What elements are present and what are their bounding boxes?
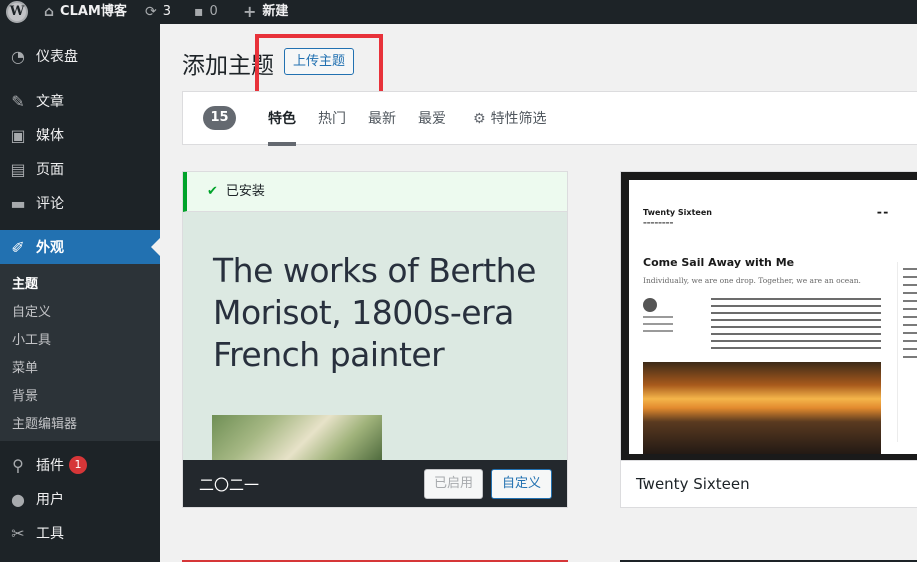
theme-name: Twenty Sixteen bbox=[636, 475, 750, 493]
dashboard-icon: ◔ bbox=[11, 46, 25, 66]
theme-card-twenty-sixteen[interactable]: Twenty Sixteen ▬▬▬▬▬▬▬▬ ▬ ▬ Come Sail Aw… bbox=[620, 171, 917, 508]
current-menu-arrow bbox=[151, 238, 160, 256]
theme-screenshot-headline: The works of Berthe Morisot, 1800s-era F… bbox=[213, 251, 536, 374]
submenu-item-background[interactable]: 背景 bbox=[0, 383, 160, 411]
menu-item-dashboard[interactable]: ◔ 仪表盘 bbox=[0, 39, 160, 73]
tab-favorites[interactable]: 最爱 bbox=[418, 108, 446, 146]
updates-count: 3 bbox=[162, 4, 172, 19]
menu-label: 媒体 bbox=[36, 128, 64, 144]
appearance-icon: ✐ bbox=[11, 237, 25, 257]
tool-icon: ✂ bbox=[11, 523, 25, 543]
screenshot-site-title: Twenty Sixteen bbox=[643, 208, 712, 217]
activated-button: 已启用 bbox=[424, 469, 484, 499]
wordpress-logo-icon[interactable]: W bbox=[6, 1, 28, 23]
customize-button[interactable]: 自定义 bbox=[491, 469, 553, 499]
pin-icon: ✎ bbox=[11, 91, 25, 111]
site-name-label: CLAM博客 bbox=[60, 4, 127, 19]
checkmark-icon: ✔ bbox=[207, 184, 218, 199]
admin-menu: ◔ 仪表盘 ✎ 文章 ▣ 媒体 ▤ 页面 ▬ 评论 ✐ 外观 主题 自定义 小工… bbox=[0, 24, 160, 562]
user-icon: ● bbox=[11, 489, 25, 509]
screenshot-sunset-image bbox=[643, 362, 881, 454]
comment-bubble-icon: ▪ bbox=[194, 4, 204, 20]
plugin-update-badge: 1 bbox=[69, 456, 87, 474]
menu-item-appearance[interactable]: ✐ 外观 bbox=[0, 230, 160, 264]
site-name-link[interactable]: ⌂ CLAM博客 bbox=[44, 0, 127, 24]
main-content: 添加主题 上传主题 15 特色 热门 最新 最爱 ⚙ 特性筛选 ✔ 已安装 The … bbox=[160, 24, 917, 562]
theme-name: 二〇二一 bbox=[199, 476, 260, 494]
theme-card-footer: 二〇二一 已启用 自定义 bbox=[183, 460, 567, 507]
new-content-link[interactable]: + 新建 bbox=[243, 0, 288, 24]
page-title: 添加主题 bbox=[182, 53, 274, 79]
theme-card-footer: Twenty Sixteen bbox=[621, 460, 917, 507]
menu-item-posts[interactable]: ✎ 文章 bbox=[0, 84, 160, 118]
refresh-icon: ⟳ bbox=[145, 4, 157, 20]
new-content-label: 新建 bbox=[262, 4, 289, 19]
screenshot-post-subtitle: Individually, we are one drop. Together,… bbox=[643, 276, 861, 285]
media-icon: ▣ bbox=[10, 125, 26, 145]
feature-filter-button[interactable]: ⚙ 特性筛选 bbox=[473, 108, 547, 146]
installed-label: 已安装 bbox=[225, 184, 265, 199]
updates-link[interactable]: ⟳ 3 bbox=[145, 0, 171, 24]
installed-notice: ✔ 已安装 bbox=[183, 172, 567, 212]
menu-label: 用户 bbox=[36, 492, 64, 508]
theme-screenshot: Twenty Sixteen ▬▬▬▬▬▬▬▬ ▬ ▬ Come Sail Aw… bbox=[621, 172, 917, 460]
theme-count-badge: 15 bbox=[203, 106, 236, 130]
appearance-submenu: 主题 自定义 小工具 菜单 背景 主题编辑器 bbox=[0, 264, 160, 441]
menu-item-pages[interactable]: ▤ 页面 bbox=[0, 152, 160, 186]
admin-bar: W ⌂ CLAM博客 ⟳ 3 ▪ 0 + 新建 bbox=[0, 0, 917, 24]
comments-count: 0 bbox=[209, 4, 218, 19]
menu-item-media[interactable]: ▣ 媒体 bbox=[0, 118, 160, 152]
menu-item-comments[interactable]: ▬ 评论 bbox=[0, 186, 160, 220]
screenshot-sidebar-lines bbox=[897, 262, 917, 442]
submenu-item-customize[interactable]: 自定义 bbox=[0, 299, 160, 327]
plugin-icon: ⚲ bbox=[12, 455, 24, 475]
submenu-item-theme-editor[interactable]: 主题编辑器 bbox=[0, 411, 160, 439]
submenu-item-menus[interactable]: 菜单 bbox=[0, 355, 160, 383]
menu-item-plugins[interactable]: ⚲ 插件 1 bbox=[0, 448, 160, 482]
screenshot-tagline-line: ▬▬▬▬▬▬▬▬ bbox=[643, 220, 674, 225]
gear-icon: ⚙ bbox=[473, 111, 486, 127]
screenshot-avatar bbox=[643, 298, 657, 312]
tab-featured[interactable]: 特色 bbox=[268, 108, 296, 146]
theme-card-twenty-twenty-one[interactable]: ✔ 已安装 The works of Berthe Morisot, 1800s-… bbox=[182, 171, 568, 508]
page-icon: ▤ bbox=[10, 159, 26, 179]
theme-screenshot-page: Twenty Sixteen ▬▬▬▬▬▬▬▬ ▬ ▬ Come Sail Aw… bbox=[629, 180, 917, 454]
menu-label: 页面 bbox=[36, 162, 64, 178]
menu-item-users[interactable]: ● 用户 bbox=[0, 482, 160, 516]
theme-filter-bar: 15 特色 热门 最新 最爱 ⚙ 特性筛选 bbox=[182, 91, 917, 146]
menu-label: 文章 bbox=[36, 94, 64, 110]
submenu-item-widgets[interactable]: 小工具 bbox=[0, 327, 160, 355]
menu-label: 仪表盘 bbox=[36, 49, 78, 65]
feature-filter-label: 特性筛选 bbox=[490, 111, 547, 127]
screenshot-post-title: Come Sail Away with Me bbox=[643, 256, 795, 269]
screenshot-meta-lines bbox=[643, 316, 687, 337]
menu-label: 插件 bbox=[36, 458, 64, 474]
submenu-item-themes[interactable]: 主题 bbox=[0, 271, 160, 299]
comments-link[interactable]: ▪ 0 bbox=[194, 0, 218, 24]
menu-label: 评论 bbox=[36, 196, 64, 212]
plus-icon: + bbox=[243, 2, 257, 21]
screenshot-body-lines bbox=[711, 298, 881, 354]
menu-label: 工具 bbox=[36, 526, 64, 542]
menu-label: 外观 bbox=[36, 240, 64, 256]
screenshot-nav-line: ▬ ▬ bbox=[877, 210, 889, 216]
upload-theme-button[interactable]: 上传主题 bbox=[284, 48, 355, 75]
comment-icon: ▬ bbox=[10, 193, 26, 213]
home-icon: ⌂ bbox=[44, 4, 55, 20]
tab-latest[interactable]: 最新 bbox=[368, 108, 396, 146]
tab-popular[interactable]: 热门 bbox=[318, 108, 346, 146]
theme-screenshot-image bbox=[212, 415, 382, 461]
menu-item-tools[interactable]: ✂ 工具 bbox=[0, 516, 160, 550]
